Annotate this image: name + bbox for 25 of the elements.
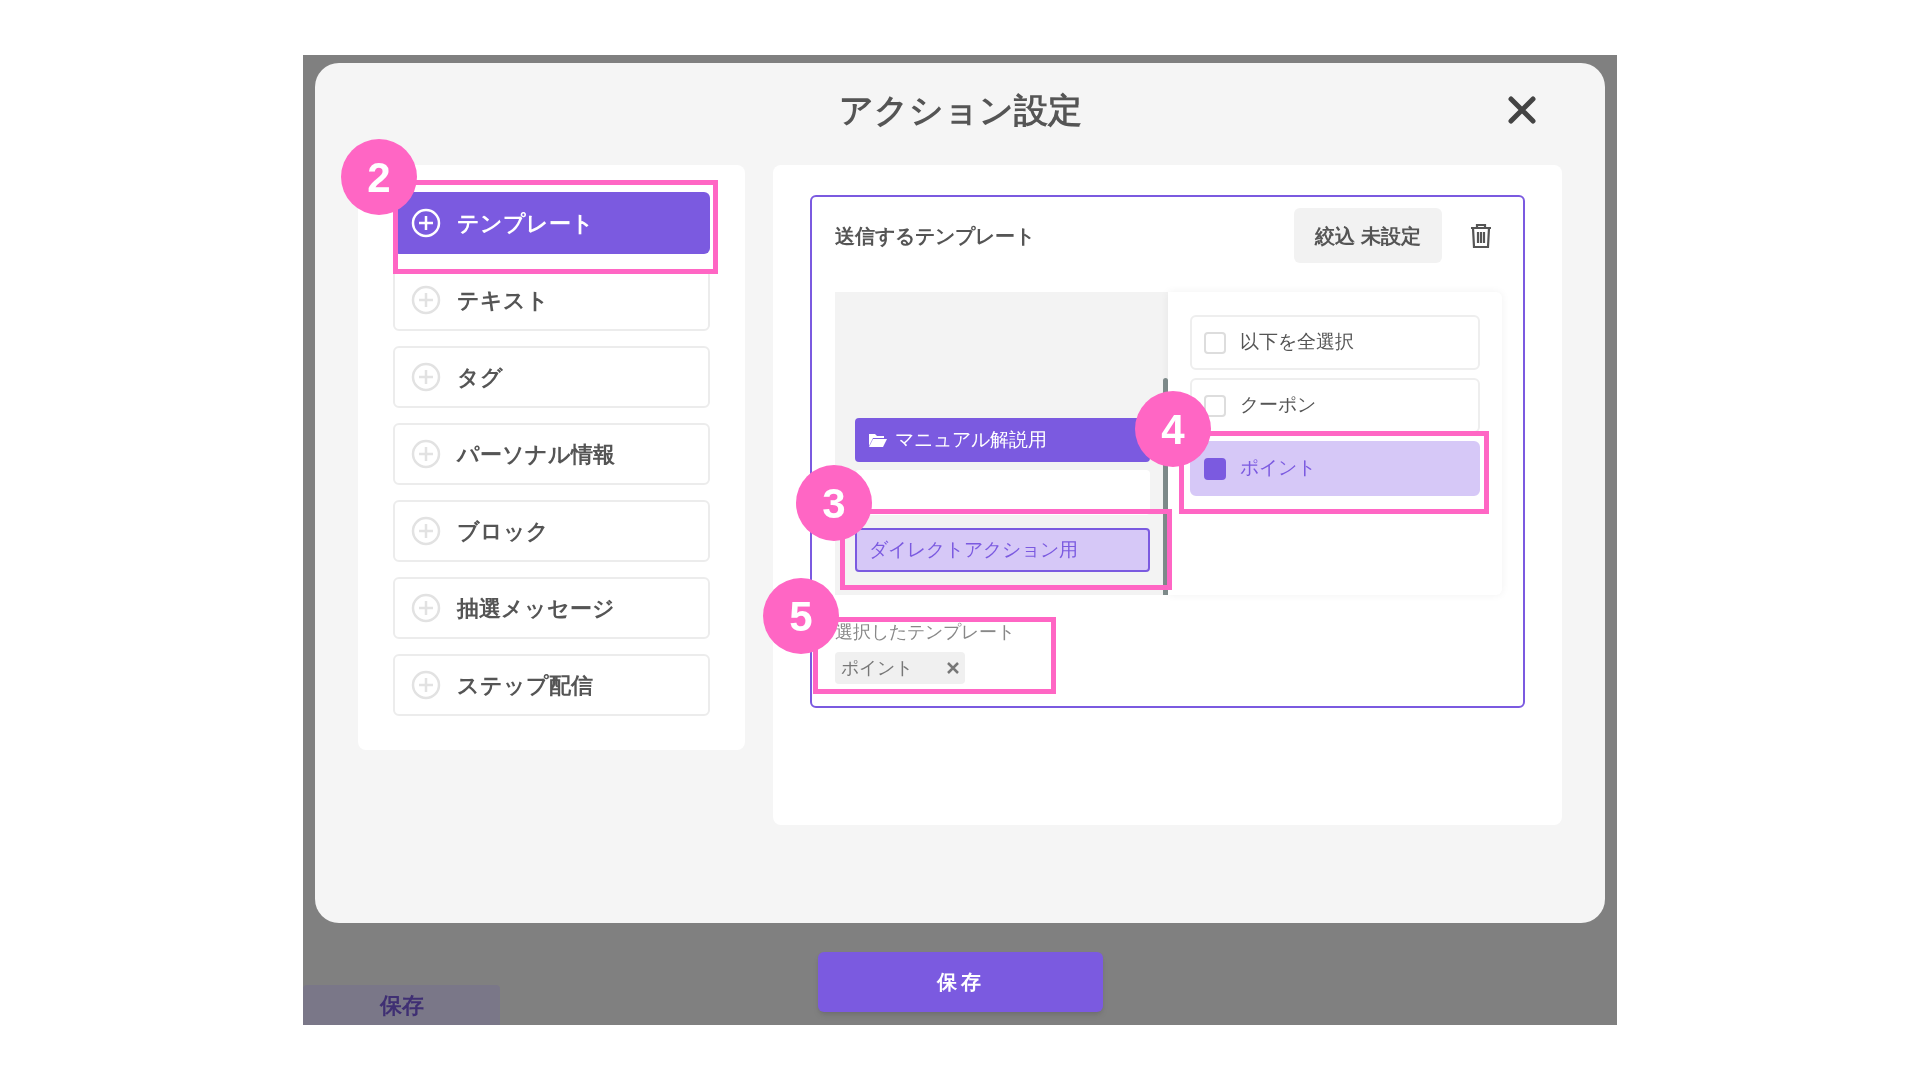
- menu-item[interactable]: ブロック: [393, 500, 710, 562]
- menu-item[interactable]: 抽選メッセージ: [393, 577, 710, 639]
- dialog-title: アクション設定: [838, 90, 1082, 131]
- checkbox[interactable]: [1204, 457, 1226, 480]
- selected-template-chip: ポイント: [835, 652, 965, 684]
- menu-item[interactable]: ステップ配信: [393, 654, 710, 716]
- template-option[interactable]: 以下を全選択: [1190, 315, 1480, 370]
- plus-circle-icon: [411, 439, 441, 469]
- filter-button[interactable]: 絞込 未設定: [1294, 208, 1442, 263]
- folder-icon: [869, 433, 887, 447]
- plus-circle-icon: [411, 593, 441, 623]
- plus-circle-icon: [411, 670, 441, 700]
- template-option[interactable]: クーポン: [1190, 378, 1480, 433]
- plus-circle-icon: [411, 208, 441, 238]
- menu-item[interactable]: パーソナル情報: [393, 423, 710, 485]
- close-icon[interactable]: [1507, 95, 1537, 125]
- save-button[interactable]: 保存: [818, 952, 1103, 1012]
- folder-item[interactable]: マニュアル解説用: [855, 418, 1150, 462]
- section-title: 送信するテンプレート: [835, 223, 1035, 249]
- plus-circle-icon: [411, 362, 441, 392]
- plus-circle-icon: [411, 516, 441, 546]
- remove-icon[interactable]: [947, 662, 959, 674]
- trash-icon[interactable]: [1470, 222, 1492, 249]
- menu-item[interactable]: タグ: [393, 346, 710, 408]
- plus-circle-icon: [411, 285, 441, 315]
